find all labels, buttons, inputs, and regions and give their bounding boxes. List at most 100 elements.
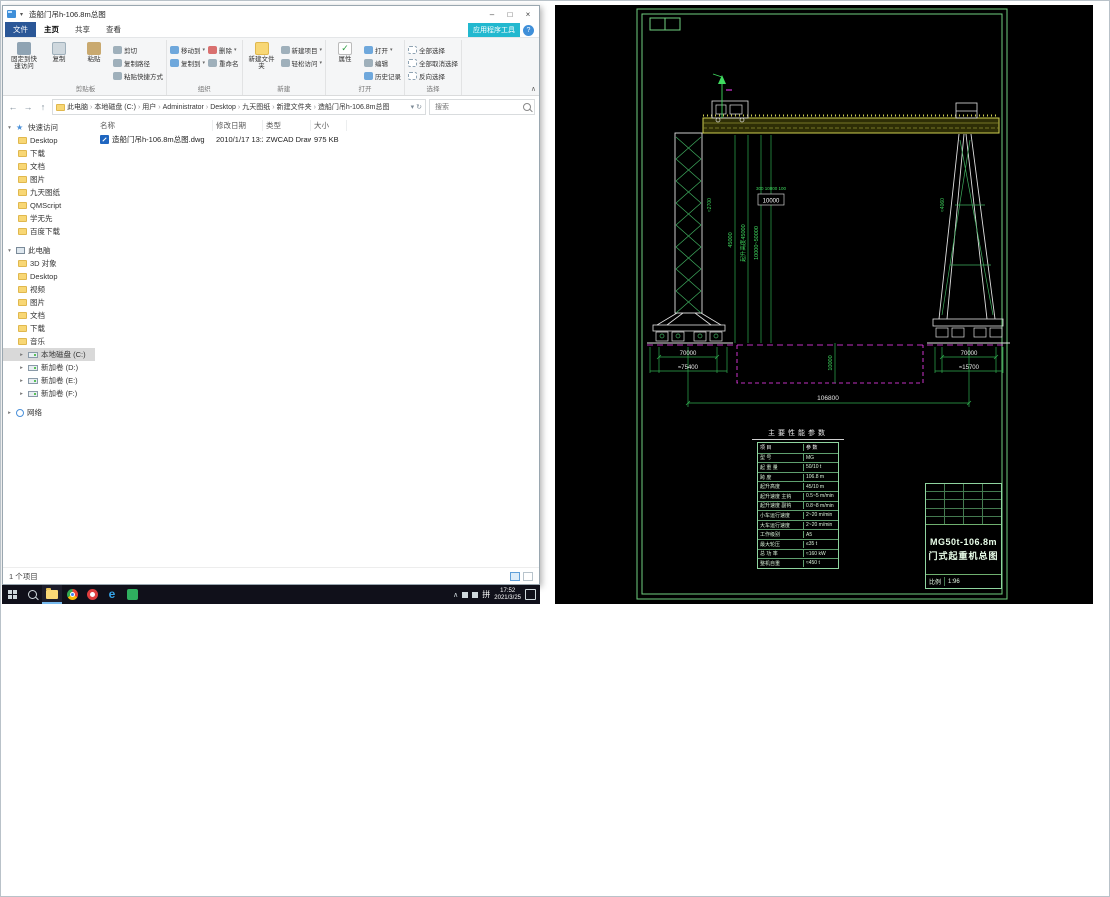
qat-customize-icon[interactable]: ▾ [19,11,24,18]
new-folder-button[interactable]: 新建文件夹 [246,40,278,70]
easy-access-button[interactable]: 轻松访问 ▾ [281,57,323,68]
sidebar-item-pictures[interactable]: 图片 [3,173,95,186]
tab-share[interactable]: 共享 [67,22,98,37]
column-type[interactable]: 类型 [263,120,311,131]
taskbar-red-app[interactable] [82,585,102,604]
tray-status-icon[interactable] [462,592,468,598]
sidebar-item-baidu-download[interactable]: 百度下载 [3,225,95,238]
copy-path-button[interactable]: 复制路径 [113,57,163,68]
sidebar-item-local-disk-c[interactable]: ▸ 本地磁盘 (C:) [3,348,95,361]
tray-expand-icon[interactable]: ∧ [453,591,458,599]
sidebar-quick-access[interactable]: ▾ ★ 快速访问 [3,121,95,134]
edit-button[interactable]: 编辑 [364,57,401,68]
pin-to-quick-access-button[interactable]: 固定到快速访问 [8,40,40,70]
titlebar[interactable]: ▾ 造船门吊h-106.8m总图 – □ × [3,6,539,22]
search-box[interactable] [429,99,535,115]
tab-view[interactable]: 查看 [98,22,129,37]
invert-selection-button[interactable]: 反向选择 [408,70,458,81]
sidebar-item-3d-objects[interactable]: 3D 对象 [3,257,95,270]
new-item-button[interactable]: 新建项目 ▾ [281,44,323,55]
thumbnail-view-button[interactable] [523,572,533,581]
select-all-button[interactable]: 全部选择 [408,44,458,55]
sidebar-item-volume-e[interactable]: ▸ 新加卷 (E:) [3,374,95,387]
sidebar-item-volume-d[interactable]: ▸ 新加卷 (D:) [3,361,95,374]
breadcrumb-segment[interactable]: 用户 [141,102,157,112]
column-name[interactable]: 名称 [97,120,213,131]
open-button[interactable]: 打开 ▾ [364,44,401,55]
folder-icon [18,176,27,183]
folder-icon [18,137,27,144]
paste-button[interactable]: 粘贴 [78,40,110,63]
breadcrumb-segment[interactable]: 造船门吊h-106.8m总图 [317,102,391,112]
breadcrumb-segment[interactable]: Desktop [209,104,237,111]
table-row: 起升速度 副钩0.8~8 m/min [758,501,838,511]
back-icon[interactable]: ← [7,102,19,112]
breadcrumb-segment[interactable]: Administrator [162,104,205,111]
history-button[interactable]: 历史记录 [364,70,401,81]
search-input[interactable] [433,103,521,112]
sidebar-item-pc-downloads[interactable]: 下载 [3,322,95,335]
sidebar-item-downloads[interactable]: 下载 [3,147,95,160]
start-button[interactable] [2,585,22,604]
close-button[interactable]: × [519,7,537,21]
breadcrumb-segment[interactable]: 九天图纸 [241,102,271,112]
trolley-hoist [712,74,748,122]
details-view-button[interactable] [510,572,520,581]
sidebar-this-pc[interactable]: ▾ 此电脑 [3,244,95,257]
sidebar-item-volume-f[interactable]: ▸ 新加卷 (F:) [3,387,95,400]
taskbar-chrome[interactable] [62,585,82,604]
rename-button[interactable]: 重命名 [208,57,239,68]
copy-to-button[interactable]: 复制到 ▾ [170,57,205,68]
sidebar-item-music[interactable]: 音乐 [3,335,95,348]
ime-indicator[interactable]: 拼 [482,589,490,600]
column-date-modified[interactable]: 修改日期 [213,120,263,131]
forward-icon[interactable]: → [22,102,34,112]
sidebar-item-xuewuxian[interactable]: 学无先 [3,212,95,225]
file-row[interactable]: 造船门吊h-106.8m总图.dwg 2010/1/17 13:28 ZWCAD… [97,133,539,146]
collapse-ribbon-icon[interactable]: ∧ [531,85,536,93]
breadcrumb-segment[interactable]: 本地磁盘 (C:) [93,102,137,112]
svg-text:70000: 70000 [680,351,697,357]
move-to-button[interactable]: 移动到 ▾ [170,44,205,55]
notification-center-icon[interactable] [525,589,536,600]
taskbar-file-explorer[interactable] [42,585,62,604]
sidebar-item-pc-pictures[interactable]: 图片 [3,296,95,309]
sidebar-item-pc-desktop[interactable]: Desktop [3,270,95,283]
sidebar-network[interactable]: ▸ 网络 [3,406,95,419]
copy-button[interactable]: 复制 [43,40,75,63]
sidebar-item-desktop[interactable]: Desktop [3,134,95,147]
cut-button[interactable]: 剪切 [113,44,163,55]
sidebar-item-pc-documents[interactable]: 文档 [3,309,95,322]
breadcrumb-segment[interactable]: 此电脑 [66,102,89,112]
properties-button[interactable]: ✓ 属性 [329,40,361,63]
sidebar-item-videos[interactable]: 视频 [3,283,95,296]
folder-icon [18,163,27,170]
refresh-icon[interactable]: ↻ [416,103,422,111]
taskbar-clock[interactable]: 17:52 2021/3/25 [494,588,521,602]
address-dropdown-icon[interactable]: ▾ [411,103,415,111]
left-lattice-leg [647,133,733,343]
column-size[interactable]: 大小 [311,120,347,131]
sidebar-item-documents[interactable]: 文档 [3,160,95,173]
up-icon[interactable]: ↑ [37,102,49,112]
taskbar-edge[interactable]: e [102,585,122,604]
paste-shortcut-button[interactable]: 粘贴快捷方式 [113,70,163,81]
help-icon[interactable]: ? [523,25,534,36]
minimize-button[interactable]: – [483,7,501,21]
pin-icon [17,42,31,55]
sidebar-item-jiutian[interactable]: 九天图纸 [3,186,95,199]
maximize-button[interactable]: □ [501,7,519,21]
delete-button[interactable]: 删除 ▾ [208,44,239,55]
taskbar-search-button[interactable] [22,585,42,604]
tab-file[interactable]: 文件 [5,22,36,37]
breadcrumb-segment[interactable]: 新建文件夹 [276,102,313,112]
sidebar-item-qmscript[interactable]: QMScript [3,199,95,212]
taskbar-green-app[interactable] [122,585,142,604]
invert-selection-icon [408,72,417,80]
tab-home[interactable]: 主页 [36,22,67,37]
breadcrumb[interactable]: 此电脑 › 本地磁盘 (C:) › 用户 › Administrator › D… [52,99,426,115]
paste-icon [87,42,101,55]
tray-network-icon[interactable] [472,592,478,598]
tab-app-tools[interactable]: 应用程序工具 [468,23,520,37]
select-none-button[interactable]: 全部取消选择 [408,57,458,68]
